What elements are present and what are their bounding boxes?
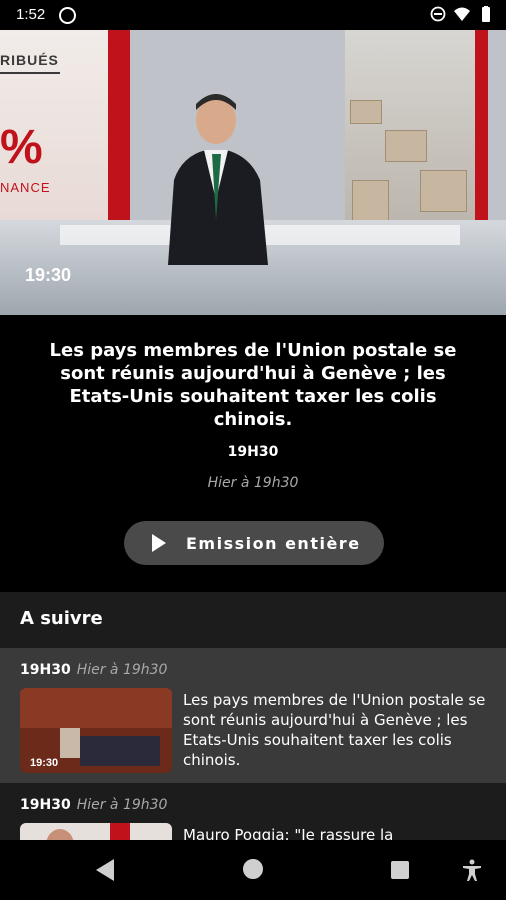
item-program: 19H30 [20,662,71,678]
wifi-icon [454,7,470,21]
system-nav-bar [0,840,506,900]
channel-logo: 19:30 [25,265,72,285]
episode-headline: Les pays membres de l'Union postale se s… [49,340,457,430]
accessibility-icon[interactable] [460,858,484,882]
news-anchor-image [168,94,268,265]
news-thumbnail-image [20,823,172,840]
overlay-label-2: NANCE [0,180,51,195]
item-meta: 19H30 Hier à 19h30 [20,797,167,813]
status-bar: 1:52 [0,0,506,30]
status-time: 1:52 [16,6,46,23]
overlay-percent: % [0,121,43,174]
home-icon[interactable] [243,859,263,879]
recents-icon[interactable] [391,861,409,879]
up-next-title: A suivre [20,608,103,629]
overlay-underline [0,72,60,74]
up-next-header: A suivre [0,592,506,648]
item-title: Mauro Poggia: "Je rassure la [183,826,394,840]
video-player[interactable]: RIBUÉS % NANCE 19:30 [0,30,506,315]
studio-thumbnail-image: 19:30 [20,688,172,773]
item-title: Les pays membres de l'Union postale se s… [183,691,486,769]
play-icon [152,534,166,552]
full-episode-label: Emission entière [186,533,361,553]
dnd-icon [430,6,446,22]
studio-red-bar [108,30,130,220]
episode-date: Hier à 19h30 [207,475,299,491]
full-episode-button[interactable]: Emission entière [124,521,384,565]
back-icon[interactable] [96,859,114,881]
item-program: 19H30 [20,797,71,813]
item-date: Hier à 19h30 [76,797,168,813]
parcel-box [420,170,467,212]
item-thumbnail[interactable]: 19:30 [20,688,172,773]
item-date: Hier à 19h30 [76,662,168,678]
list-item[interactable]: 19H30 Hier à 19h30 19:30 Les pays membres… [0,648,506,783]
episode-program: 19H30 [227,444,279,460]
battery-icon [482,6,490,22]
parcel-box [385,130,427,162]
overlay-label: RIBUÉS [0,52,59,68]
list-item[interactable]: 19H30 Hier à 19h30 Mauro Poggia: "Je rass… [0,783,506,840]
parcel-box [352,180,389,222]
item-thumbnail[interactable] [20,823,172,840]
item-meta: 19H30 Hier à 19h30 [20,662,167,678]
thumbnail-logo-text: 19:30 [30,757,58,769]
parcel-box [350,100,382,124]
app-notification-icon [59,7,76,24]
